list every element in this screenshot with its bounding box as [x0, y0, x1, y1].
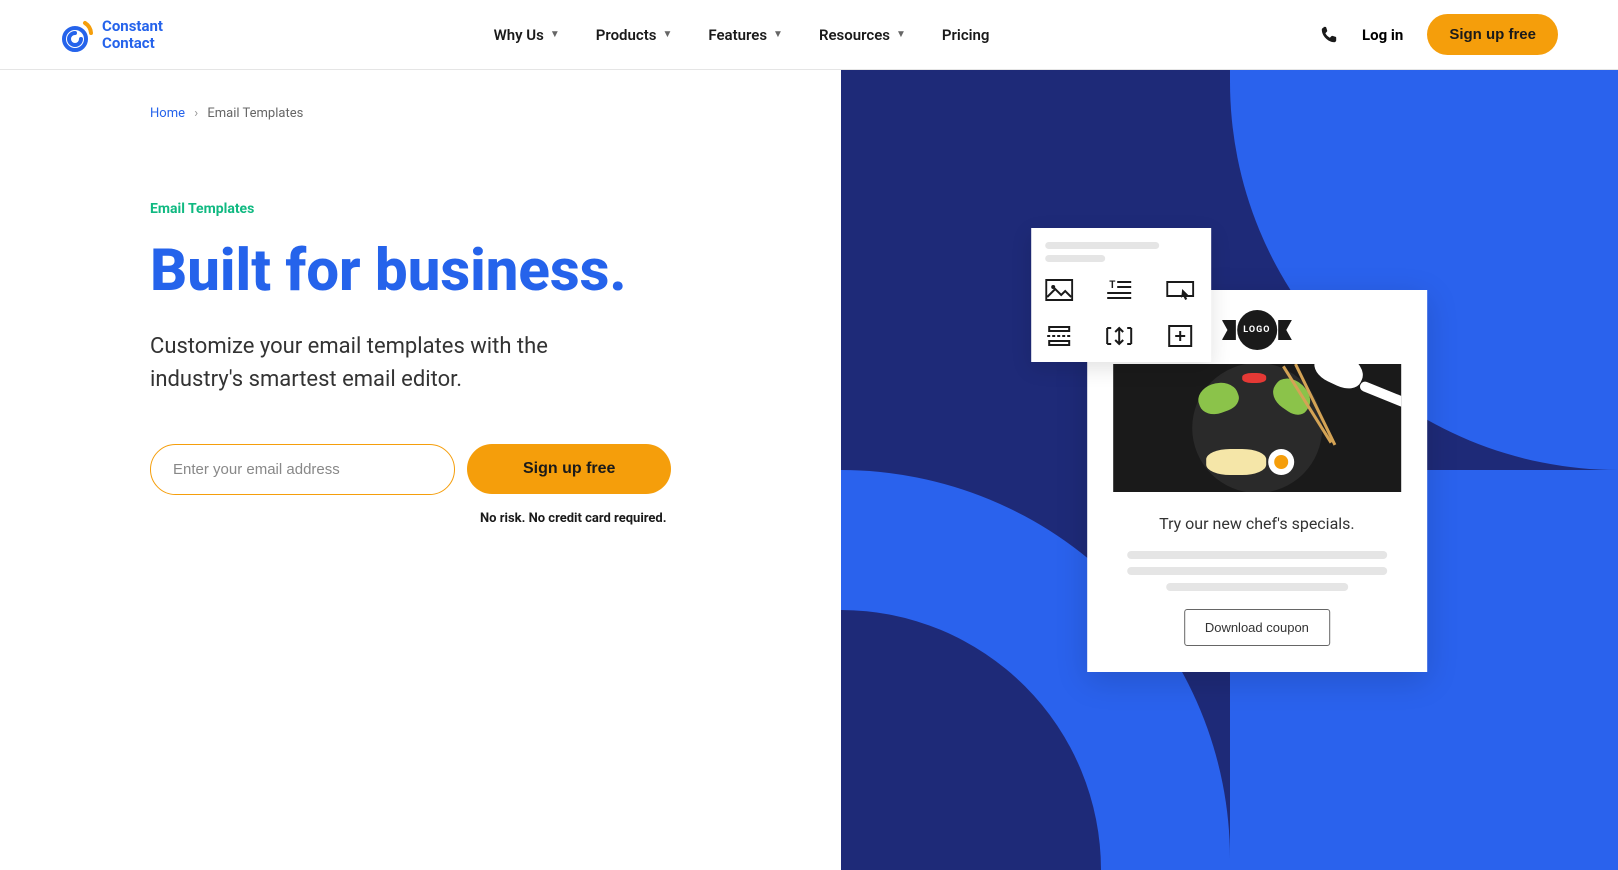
- text-block-icon: T: [1106, 278, 1134, 302]
- add-block-icon: [1166, 324, 1194, 348]
- preview-caption: Try our new chef's specials.: [1087, 514, 1427, 533]
- brand-name: Constant Contact: [102, 18, 163, 51]
- breadcrumb-home[interactable]: Home: [150, 106, 185, 121]
- signup-button[interactable]: Sign up free: [1427, 14, 1558, 55]
- login-link[interactable]: Log in: [1362, 26, 1403, 44]
- chevron-down-icon: ▼: [896, 29, 906, 40]
- breadcrumb: Home › Email Templates: [150, 106, 761, 121]
- hero-title: Built for business.: [150, 241, 761, 302]
- brand-logo[interactable]: Constant Contact: [60, 18, 163, 51]
- site-header: Constant Contact Why Us▼ Products▼ Featu…: [0, 0, 1618, 70]
- divider-block-icon: [1045, 324, 1073, 348]
- breadcrumb-current: Email Templates: [207, 106, 303, 121]
- nav-pricing[interactable]: Pricing: [942, 26, 990, 44]
- spacer-block-icon: [1106, 324, 1134, 348]
- phone-icon[interactable]: [1320, 26, 1338, 44]
- email-input[interactable]: [150, 444, 455, 495]
- chevron-down-icon: ▼: [773, 29, 783, 40]
- main-content: Home › Email Templates Email Templates B…: [0, 70, 1618, 870]
- breadcrumb-separator: ›: [194, 106, 198, 121]
- preview-logo-badge: LOGO: [1226, 310, 1288, 350]
- nav-features[interactable]: Features▼: [708, 26, 783, 44]
- signup-disclaimer: No risk. No credit card required.: [480, 511, 761, 526]
- nav-whyus[interactable]: Why Us▼: [494, 26, 560, 44]
- image-block-icon: [1045, 278, 1073, 302]
- nav-products[interactable]: Products▼: [596, 26, 673, 44]
- preview-placeholder-text: [1087, 551, 1427, 591]
- hero-graphic: LOGO Try our new chef's sp: [841, 70, 1618, 870]
- signup-form: Sign up free: [150, 444, 761, 495]
- chevron-down-icon: ▼: [550, 29, 560, 40]
- header-actions: Log in Sign up free: [1320, 14, 1558, 55]
- logo-icon: [60, 19, 92, 51]
- email-preview-wrapper: LOGO Try our new chef's sp: [1087, 290, 1427, 672]
- preview-download-button: Download coupon: [1184, 609, 1330, 646]
- nav-resources[interactable]: Resources▼: [819, 26, 906, 44]
- primary-nav: Why Us▼ Products▼ Features▼ Resources▼ P…: [494, 26, 990, 44]
- preview-hero-image: [1113, 364, 1401, 492]
- editor-toolbar: T: [1031, 228, 1211, 362]
- button-block-icon: [1166, 278, 1194, 302]
- svg-text:T: T: [1110, 280, 1116, 291]
- hero-subtitle: Customize your email templates with the …: [150, 330, 600, 396]
- chevron-down-icon: ▼: [662, 29, 672, 40]
- hero-section: Home › Email Templates Email Templates B…: [0, 70, 841, 870]
- form-signup-button[interactable]: Sign up free: [467, 444, 671, 494]
- hero-eyebrow: Email Templates: [150, 201, 761, 217]
